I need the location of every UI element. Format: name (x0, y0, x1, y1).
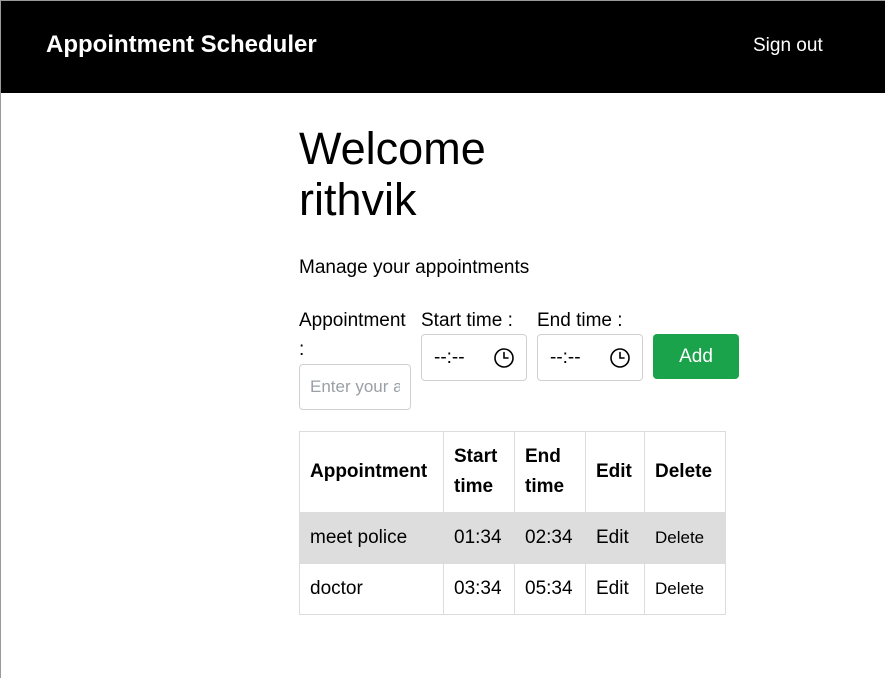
edit-link[interactable]: Edit (585, 512, 645, 564)
delete-link[interactable]: Delete (644, 512, 726, 564)
table-row: meet police 01:34 02:34 Edit Delete (299, 512, 726, 564)
table-row: doctor 03:34 05:34 Edit Delete (299, 563, 726, 615)
header-start-time: Start time (443, 431, 515, 513)
appointment-input[interactable] (299, 364, 411, 410)
cell-start-time: 01:34 (443, 512, 515, 564)
header-appointment: Appointment (299, 431, 444, 513)
cell-appointment: meet police (299, 512, 444, 564)
navbar: Appointment Scheduler Sign out (1, 1, 885, 93)
start-time-input[interactable]: --:-- (421, 334, 527, 381)
clock-icon[interactable] (493, 347, 515, 369)
end-time-input[interactable]: --:-- (537, 334, 643, 381)
header-edit: Edit (585, 431, 645, 513)
cell-appointment: doctor (299, 563, 444, 615)
header-delete: Delete (644, 431, 726, 513)
appointment-label: Appointment : (299, 310, 406, 360)
clock-icon[interactable] (609, 347, 631, 369)
delete-link[interactable]: Delete (644, 563, 726, 615)
start-time-value: --:-- (434, 347, 465, 368)
cell-start-time: 03:34 (443, 563, 515, 615)
cell-end-time: 05:34 (514, 563, 586, 615)
appointment-field: Appointment : (299, 306, 411, 410)
start-time-label: Start time : (421, 310, 513, 331)
header-end-time: End time (514, 431, 586, 513)
add-appointment-form: Appointment : Start time : --:-- End tim… (299, 306, 739, 416)
app-title: Appointment Scheduler (46, 31, 317, 58)
table-header-row: Appointment Start time End time Edit Del… (299, 431, 726, 513)
end-time-value: --:-- (550, 347, 581, 368)
cell-end-time: 02:34 (514, 512, 586, 564)
add-button[interactable]: Add (653, 334, 739, 379)
welcome-heading: Welcome rithvik (299, 123, 486, 225)
appointments-table: Appointment Start time End time Edit Del… (299, 431, 726, 615)
end-time-field: End time : --:-- (537, 306, 643, 381)
edit-link[interactable]: Edit (585, 563, 645, 615)
start-time-field: Start time : --:-- (421, 306, 527, 381)
main-content: Welcome rithvik Manage your appointments… (299, 123, 739, 615)
end-time-label: End time : (537, 310, 623, 331)
page-subtitle: Manage your appointments (299, 257, 530, 278)
sign-out-link[interactable]: Sign out (753, 35, 823, 57)
